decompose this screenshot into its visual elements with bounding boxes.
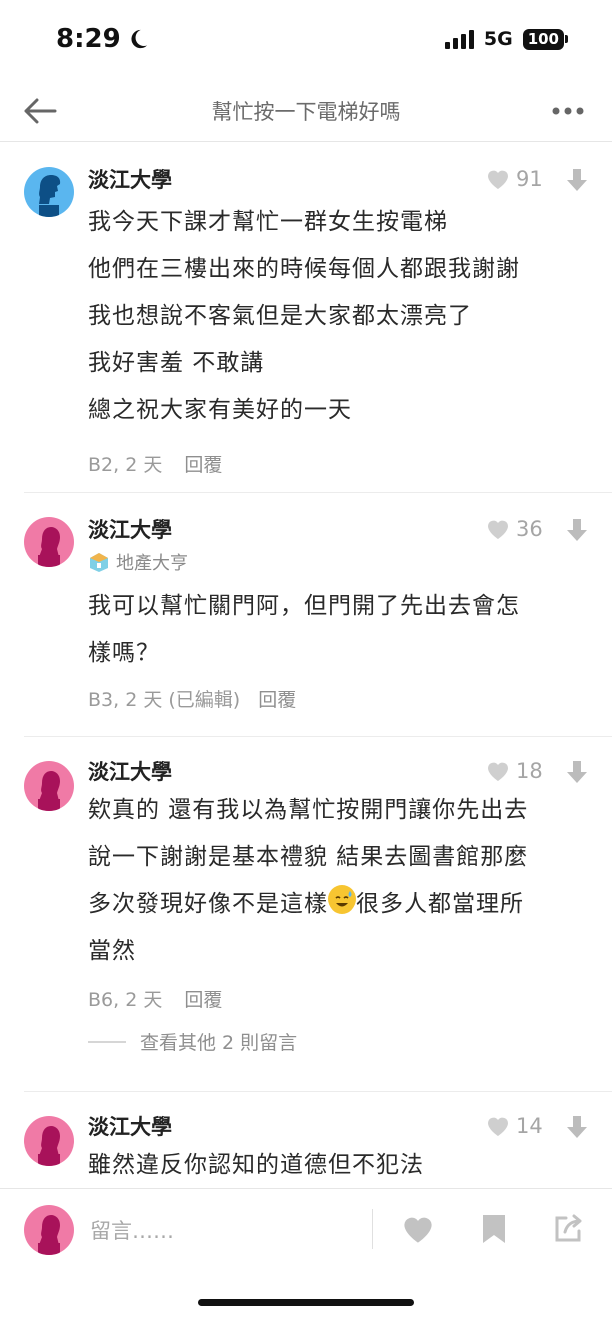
comment-line: 我可以幫忙關門阿，但門開了先出去會怎	[88, 593, 520, 619]
like-button[interactable]: 14	[486, 1114, 544, 1138]
more-button[interactable]	[548, 93, 588, 129]
comment-line-part: 多次發現好像不是這樣	[88, 891, 328, 917]
comment-line: 雖然違反你認知的道德但不犯法	[88, 1152, 424, 1178]
comment-meta: B6, 2 天 回覆	[88, 985, 588, 1012]
my-avatar	[24, 1205, 74, 1255]
comment-body: 欸真的 還有我以為幫忙按開門讓你先出去 說一下謝謝是基本禮貌 結果去圖書館那麼 …	[88, 787, 588, 975]
downvote-icon	[567, 169, 587, 191]
comment-line: 他們在三樓出來的時候每個人都跟我謝謝	[88, 256, 520, 282]
comment-line: 總之祝大家有美好的一天	[88, 397, 352, 423]
divider-line	[88, 1040, 126, 1043]
downvote-button[interactable]	[566, 759, 588, 789]
downvote-icon	[567, 519, 587, 541]
comment-item: 淡江大學 91 我今天下課才幫忙一群女生按電梯 他們在三樓出來的時候每個人都跟我…	[24, 143, 612, 493]
comment-line: 當然	[88, 938, 136, 964]
comment-body: 我可以幫忙關門阿，但門開了先出去會怎 樣嗎？	[88, 583, 588, 677]
avatar[interactable]	[24, 1116, 74, 1166]
comment-item: 淡江大學 18 欸真的 還有我以為幫忙按開門讓你先出去 說一下謝謝是基本禮貌 結…	[24, 737, 612, 1092]
avatar[interactable]	[24, 761, 74, 811]
signal-icon	[444, 29, 474, 49]
like-button[interactable]: 18	[486, 759, 544, 783]
reply-button[interactable]: 回覆	[184, 450, 222, 477]
floor-and-time: B6, 2 天	[88, 989, 163, 1011]
heart-icon	[404, 1217, 432, 1243]
comment-list: 淡江大學 91 我今天下課才幫忙一群女生按電梯 他們在三樓出來的時候每個人都跟我…	[0, 143, 612, 1188]
person-icon	[39, 175, 61, 217]
reply-button[interactable]: 回覆	[258, 685, 296, 712]
share-icon	[555, 1214, 582, 1242]
comment-line: 欸真的 還有我以為幫忙按開門讓你先出去	[88, 797, 529, 823]
comment-line: 我好害羞 不敢講	[88, 350, 265, 376]
downvote-button[interactable]	[566, 167, 588, 197]
downvote-button[interactable]	[566, 517, 588, 547]
downvote-icon	[567, 761, 587, 783]
comment-line: 多次發現好像不是這樣 很多人都當理所	[88, 881, 588, 928]
comment-line: 樣嗎？	[88, 640, 160, 666]
avatar[interactable]	[24, 517, 74, 567]
user-badge: 地產大亨	[88, 549, 588, 575]
status-time: 8:29	[56, 24, 149, 54]
view-more-replies-label[interactable]: 查看其他 2 則留言	[140, 1028, 297, 1055]
share-button[interactable]	[550, 1211, 586, 1247]
comment-item: 淡江大學 14 雖然違反你認知的道德但不犯法	[24, 1092, 612, 1188]
avatar[interactable]	[24, 167, 74, 217]
comment-line-part: 很多人都當理所	[356, 891, 524, 917]
heart-icon	[488, 170, 508, 189]
bookmark-icon	[483, 1215, 505, 1243]
heart-icon	[488, 1117, 508, 1136]
compose-bar: 留言……	[0, 1188, 612, 1270]
comment-input[interactable]: 留言……	[90, 1215, 174, 1245]
like-button[interactable]: 36	[486, 517, 544, 541]
house-icon	[90, 553, 108, 572]
page-title: 幫忙按一下電梯好嗎	[211, 100, 401, 124]
bookmark-button[interactable]	[476, 1211, 512, 1247]
like-count: 18	[516, 759, 543, 783]
comment-line: 我今天下課才幫忙一群女生按電梯	[88, 209, 448, 235]
person-icon	[38, 527, 60, 567]
home-indicator[interactable]	[198, 1299, 414, 1306]
status-indicators: 5G 100	[444, 28, 568, 50]
floor-and-time: B3, 2 天 (已編輯)	[88, 689, 241, 711]
more-icon	[552, 107, 584, 115]
view-more-replies[interactable]: 查看其他 2 則留言	[88, 1028, 588, 1055]
downvote-icon	[567, 1116, 587, 1138]
comment-body: 我今天下課才幫忙一群女生按電梯 他們在三樓出來的時候每個人都跟我謝謝 我也想說不…	[88, 199, 588, 434]
clock-text: 8:29	[56, 24, 121, 54]
reply-button[interactable]: 回覆	[184, 985, 222, 1012]
heart-icon	[488, 520, 508, 539]
comment-meta: B2, 2 天 回覆	[88, 450, 588, 477]
comment-meta: B3, 2 天 (已編輯) 回覆	[88, 685, 588, 712]
like-button[interactable]: 91	[486, 167, 544, 191]
like-count: 14	[516, 1114, 543, 1138]
status-bar: 8:29 5G 100	[0, 0, 612, 80]
person-icon	[38, 1126, 60, 1166]
floor-and-time: B2, 2 天	[88, 454, 163, 476]
sweat-smile-emoji-icon	[328, 885, 356, 914]
divider	[372, 1209, 373, 1249]
network-label: 5G	[483, 28, 513, 50]
comment-line: 我也想說不客氣但是大家都太漂亮了	[88, 303, 472, 329]
like-count: 91	[516, 167, 543, 191]
like-count: 36	[516, 517, 543, 541]
nav-bar: 幫忙按一下電梯好嗎	[0, 80, 612, 142]
badge-label: 地產大亨	[116, 553, 188, 574]
heart-icon	[488, 762, 508, 781]
person-icon	[38, 771, 60, 811]
moon-icon	[131, 29, 147, 49]
person-icon	[38, 1215, 60, 1255]
comment-line: 說一下謝謝是基本禮貌 結果去圖書館那麼	[88, 844, 529, 870]
downvote-button[interactable]	[566, 1114, 588, 1144]
battery-level: 100	[522, 28, 564, 50]
comment-body: 雖然違反你認知的道德但不犯法	[88, 1142, 588, 1188]
battery-icon: 100	[522, 28, 568, 50]
like-post-button[interactable]	[400, 1211, 436, 1247]
comment-item: 淡江大學 36 地產大亨 我可以幫忙關門阿，但門開了先出去會怎 樣嗎？ B3, …	[24, 493, 612, 737]
